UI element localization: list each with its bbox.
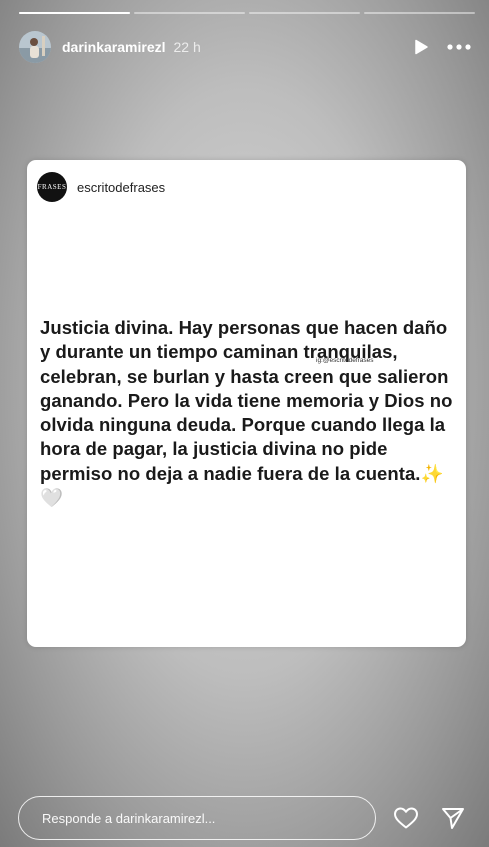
heart-icon[interactable]: [393, 806, 419, 830]
post-header: FRASES escritodefrases: [37, 172, 165, 202]
brand-logo[interactable]: FRASES: [37, 172, 67, 202]
post-quote-text: Justicia divina. Hay personas que hacen …: [40, 317, 453, 509]
play-icon[interactable]: [413, 39, 429, 55]
progress-segment: [364, 12, 475, 14]
send-icon[interactable]: [441, 806, 465, 830]
progress-segment: [134, 12, 245, 14]
story-timestamp: 22 h: [173, 39, 201, 55]
story-header: darinkaramirezl 22 h: [19, 30, 471, 64]
shared-post-card[interactable]: FRASES escritodefrases Justicia divina. …: [27, 160, 466, 647]
more-options-icon[interactable]: [447, 44, 471, 50]
brand-logo-text: FRASES: [37, 183, 67, 191]
progress-segment: [249, 12, 360, 14]
reply-input[interactable]: Responde a darinkaramirezl...: [18, 796, 376, 840]
reply-placeholder: Responde a darinkaramirezl...: [42, 810, 216, 826]
post-username[interactable]: escritodefrases: [77, 180, 165, 195]
reply-bar: Responde a darinkaramirezl...: [18, 795, 475, 841]
progress-fill: [19, 12, 130, 14]
story-progress-bar: [19, 12, 475, 14]
story-username[interactable]: darinkaramirezl: [62, 39, 166, 55]
progress-segment: [19, 12, 130, 14]
post-watermark: ig:@escritodefrases: [316, 357, 374, 364]
avatar[interactable]: [19, 31, 51, 63]
